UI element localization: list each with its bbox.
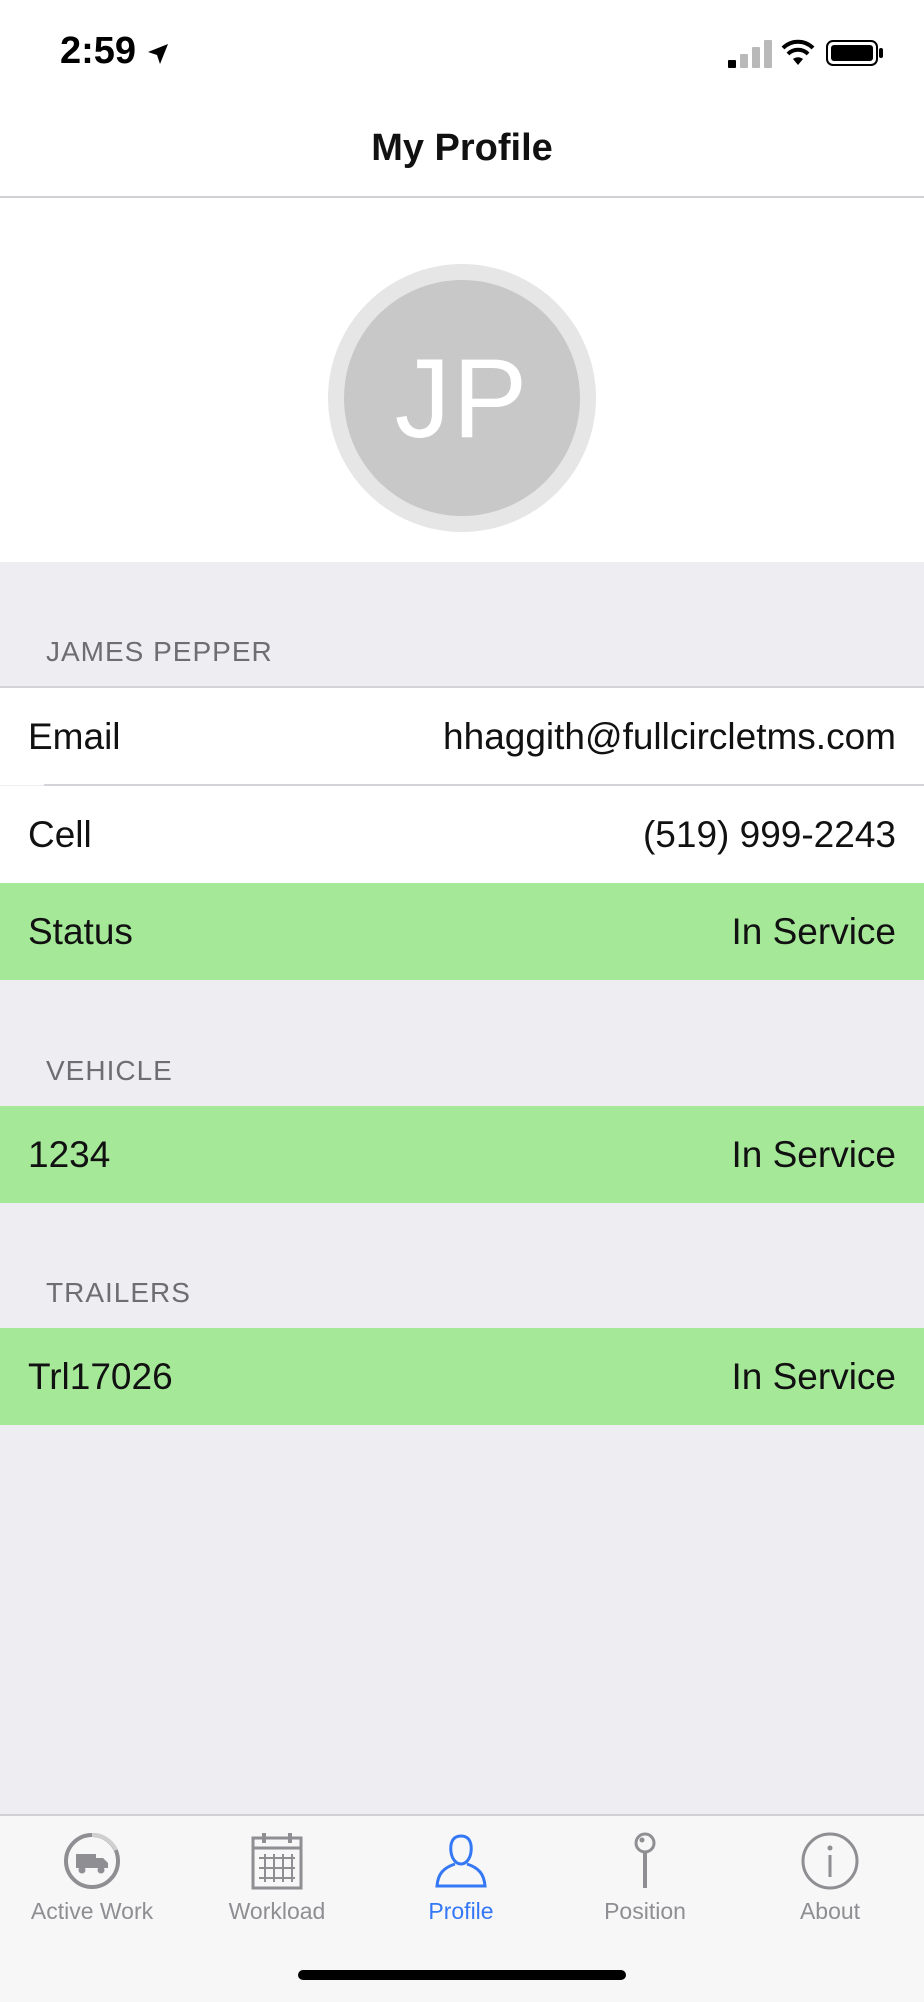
vehicle-row[interactable]: 1234 In Service	[0, 1106, 924, 1203]
tab-profile[interactable]: Profile	[369, 1816, 553, 1936]
location-arrow-icon	[148, 44, 168, 64]
tab-about[interactable]: About	[738, 1816, 922, 1936]
trailer-status: In Service	[731, 1355, 896, 1397]
email-row[interactable]: Email hhaggith@fullcircletms.com	[0, 688, 924, 785]
pin-icon	[634, 1832, 656, 1888]
tab-active-work[interactable]: Active Work	[0, 1816, 184, 1936]
trailer-row[interactable]: Trl17026 In Service	[0, 1328, 924, 1425]
cellular-signal-icon	[728, 40, 772, 68]
tab-label: Workload	[228, 1898, 326, 1924]
status-value: In Service	[731, 910, 896, 952]
status-label: Status	[28, 910, 133, 952]
email-value: hhaggith@fullcircletms.com	[443, 715, 896, 757]
battery-icon	[826, 40, 883, 66]
tab-label: Profile	[428, 1898, 494, 1924]
section-header-vehicle: VEHICLE	[46, 1055, 173, 1086]
tab-label: About	[799, 1898, 861, 1924]
tab-workload[interactable]: Workload	[185, 1816, 369, 1936]
tab-label: Active Work	[30, 1898, 154, 1924]
truck-clock-icon	[64, 1832, 120, 1889]
status-time: 2:59	[60, 30, 137, 72]
cell-row[interactable]: Cell (519) 999-2243	[0, 786, 924, 883]
person-icon	[435, 1834, 487, 1888]
section-header-driver: JAMES PEPPER	[46, 636, 273, 667]
vehicle-id: 1234	[28, 1133, 111, 1175]
tab-label: Position	[604, 1898, 686, 1924]
cell-value: (519) 999-2243	[642, 813, 896, 855]
calendar-icon	[251, 1833, 303, 1890]
cell-label: Cell	[28, 813, 92, 855]
wifi-icon	[781, 39, 815, 65]
home-indicator[interactable]	[298, 1970, 626, 1980]
section-header-trailers: TRAILERS	[46, 1277, 191, 1308]
navigation-bar: My Profile	[0, 100, 924, 198]
info-icon	[801, 1832, 859, 1890]
status-row[interactable]: Status In Service	[0, 883, 924, 980]
avatar-ring: JP	[328, 264, 596, 532]
email-label: Email	[28, 715, 121, 757]
page-title: My Profile	[371, 126, 553, 169]
status-bar: 2:59	[0, 0, 924, 100]
tab-position[interactable]: Position	[553, 1816, 737, 1936]
trailer-id: Trl17026	[28, 1355, 173, 1397]
avatar[interactable]: JP	[344, 280, 580, 516]
avatar-section: JP	[0, 198, 924, 562]
vehicle-status: In Service	[731, 1133, 896, 1175]
